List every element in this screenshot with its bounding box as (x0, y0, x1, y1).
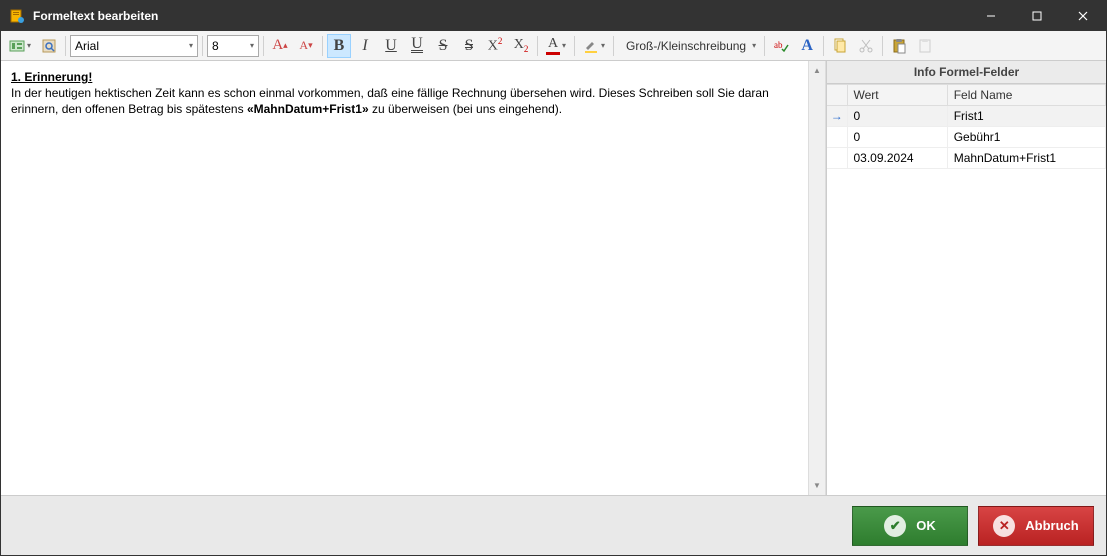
superscript-button[interactable]: X2 (483, 34, 507, 58)
editor[interactable]: 1. Erinnerung! In der heutigen hektische… (1, 61, 808, 495)
minimize-button[interactable] (968, 1, 1014, 31)
insert-field-button[interactable]: ▾ (5, 34, 35, 58)
info-col-value[interactable]: Wert (847, 85, 947, 106)
strikethrough-button[interactable]: S (431, 34, 455, 58)
copy-button[interactable] (828, 34, 852, 58)
cell-name: Frist1 (947, 106, 1105, 127)
highlight-icon (583, 38, 599, 54)
font-name-combo[interactable]: Arial ▾ (70, 35, 198, 57)
window-title: Formeltext bearbeiten (33, 9, 968, 23)
double-strikethrough-button[interactable]: S (457, 34, 481, 58)
check-icon: ✔ (884, 515, 906, 537)
window-controls (968, 1, 1106, 31)
table-row[interactable]: 0Gebühr1 (827, 127, 1106, 148)
toolbar: ▾ Arial ▾ 8 ▾ A▴ A▾ B I U U S S X2 X2 A … (1, 31, 1106, 61)
editor-field-ref: «MahnDatum+Frist1» (247, 102, 369, 116)
italic-button[interactable]: I (353, 34, 377, 58)
close-button[interactable] (1060, 1, 1106, 31)
change-case-label: Groß-/Kleinschreibung (622, 39, 750, 53)
font-name-value: Arial (75, 39, 99, 53)
ok-button[interactable]: ✔ OK (852, 506, 968, 546)
table-row[interactable]: →0Frist1 (827, 106, 1106, 127)
cancel-button[interactable]: ✕ Abbruch (978, 506, 1094, 546)
cut-button[interactable] (854, 34, 878, 58)
spellcheck-button[interactable]: ab (769, 34, 793, 58)
ok-label: OK (916, 518, 936, 533)
chevron-down-icon: ▾ (189, 41, 193, 50)
font-button[interactable]: A (795, 34, 819, 58)
editor-scrollbar[interactable]: ▲ ▼ (808, 61, 825, 495)
cell-name: MahnDatum+Frist1 (947, 148, 1105, 169)
field-icon (9, 38, 25, 54)
row-indicator-icon (827, 148, 847, 169)
increase-font-button[interactable]: A▴ (268, 34, 292, 58)
row-indicator-icon: → (827, 106, 847, 127)
close-icon: ✕ (993, 515, 1015, 537)
preview-icon (41, 38, 57, 54)
paste-special-icon (917, 38, 933, 54)
bold-button[interactable]: B (327, 34, 351, 58)
font-color-button[interactable]: A ▾ (542, 34, 570, 58)
copy-icon (832, 38, 848, 54)
cell-name: Gebühr1 (947, 127, 1105, 148)
caret-icon: ▾ (601, 41, 605, 50)
editor-body-post: zu überweisen (bei uns eingehend). (369, 102, 562, 116)
scroll-up-icon[interactable]: ▲ (810, 63, 825, 78)
svg-text:ab: ab (774, 40, 783, 50)
change-case-button[interactable]: Groß-/Kleinschreibung ▾ (618, 34, 760, 58)
main-area: 1. Erinnerung! In der heutigen hektische… (1, 61, 1106, 495)
chevron-down-icon: ▾ (250, 41, 254, 50)
highlight-color-button[interactable]: ▾ (579, 34, 609, 58)
editor-heading: 1. Erinnerung! (11, 70, 92, 84)
font-color-icon: A (548, 36, 558, 52)
editor-pane: 1. Erinnerung! In der heutigen hektische… (1, 61, 826, 495)
maximize-button[interactable] (1014, 1, 1060, 31)
underline-button[interactable]: U (379, 34, 403, 58)
spellcheck-icon: ab (773, 38, 789, 54)
font-size-combo[interactable]: 8 ▾ (207, 35, 259, 57)
cell-value: 0 (847, 106, 947, 127)
title-bar: Formeltext bearbeiten (1, 1, 1106, 31)
scroll-down-icon[interactable]: ▼ (810, 478, 825, 493)
decrease-font-button[interactable]: A▾ (294, 34, 318, 58)
font-size-value: 8 (212, 39, 219, 53)
paste-icon (891, 38, 907, 54)
paste-special-button[interactable] (913, 34, 937, 58)
info-col-name[interactable]: Feld Name (947, 85, 1105, 106)
caret-icon: ▾ (562, 41, 566, 50)
preview-button[interactable] (37, 34, 61, 58)
info-panel-title: Info Formel-Felder (827, 61, 1106, 84)
footer: ✔ OK ✕ Abbruch (1, 495, 1106, 555)
app-icon (9, 8, 25, 24)
cancel-label: Abbruch (1025, 518, 1078, 533)
row-indicator-icon (827, 127, 847, 148)
info-grid: Wert Feld Name →0Frist10Gebühr103.09.202… (827, 84, 1106, 495)
double-underline-button[interactable]: U (405, 34, 429, 58)
info-pane: Info Formel-Felder Wert Feld Name →0Fris… (826, 61, 1106, 495)
info-table[interactable]: Wert Feld Name →0Frist10Gebühr103.09.202… (827, 84, 1106, 169)
caret-icon: ▾ (752, 41, 756, 50)
paste-button[interactable] (887, 34, 911, 58)
subscript-button[interactable]: X2 (509, 34, 533, 58)
cut-icon (858, 38, 874, 54)
table-row[interactable]: 03.09.2024MahnDatum+Frist1 (827, 148, 1106, 169)
cell-value: 0 (847, 127, 947, 148)
caret-icon: ▾ (27, 41, 31, 50)
cell-value: 03.09.2024 (847, 148, 947, 169)
